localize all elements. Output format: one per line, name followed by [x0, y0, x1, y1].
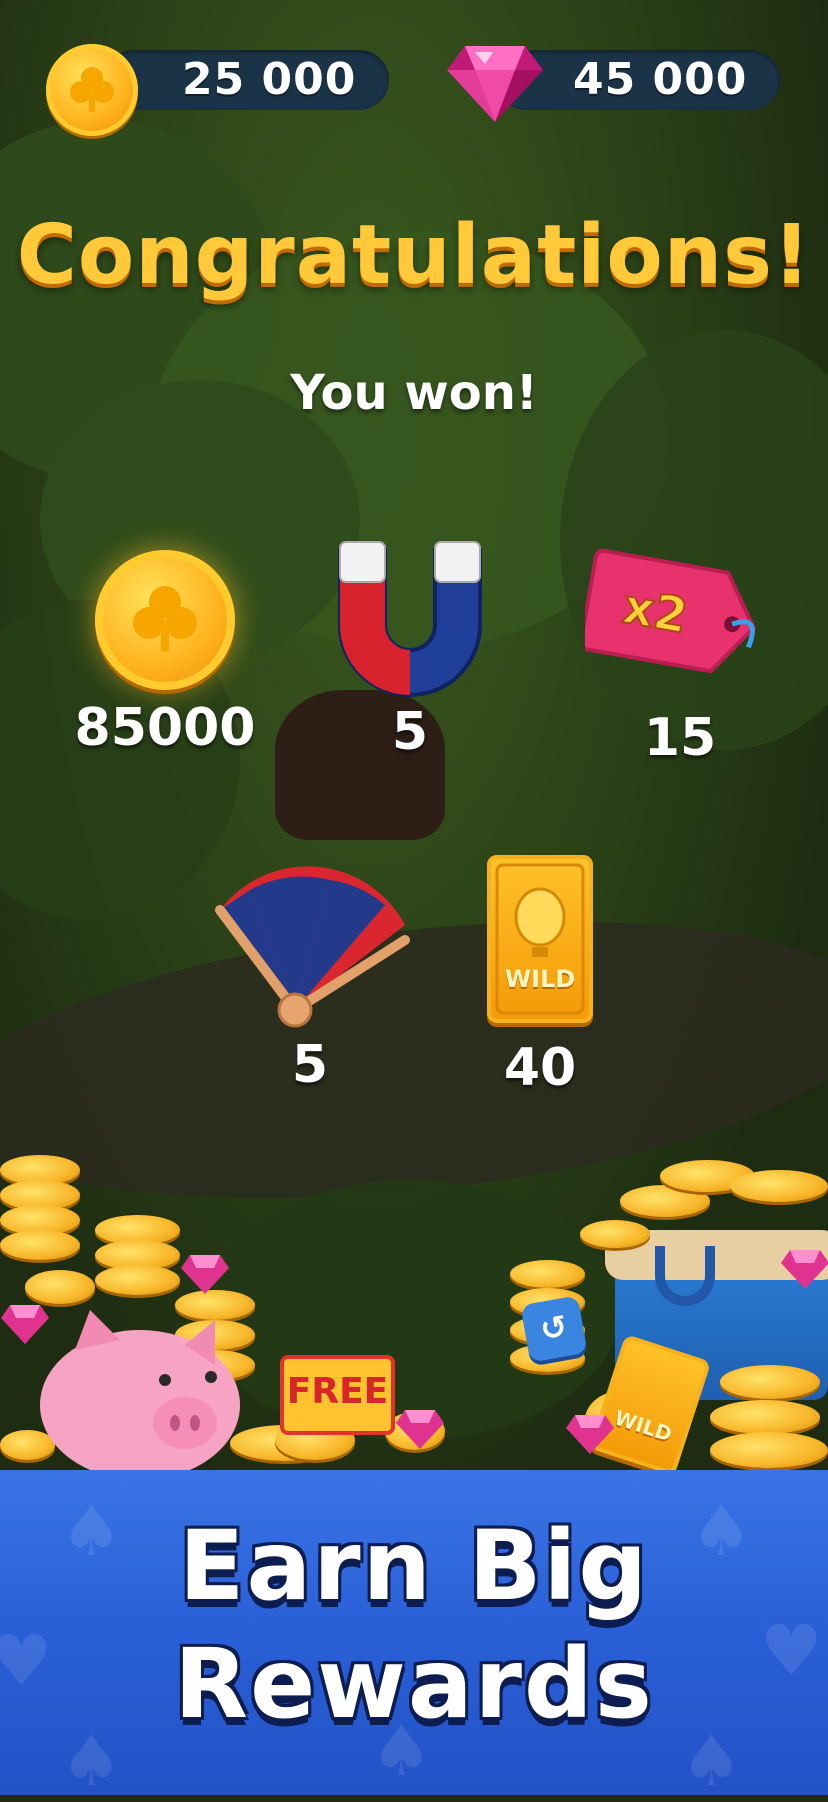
- reward-fan: 5: [210, 850, 410, 1100]
- gem-icon: [445, 36, 543, 122]
- reward-coins: 85000: [50, 550, 280, 760]
- gem-balance[interactable]: 45 000: [445, 44, 780, 122]
- gem-icon: [181, 1255, 229, 1294]
- reward-x2-tag: x2 15: [578, 540, 775, 770]
- wild-label: WILD: [504, 965, 576, 993]
- left-treasure-pile: FREE: [0, 1140, 445, 1480]
- svg-text:x2: x2: [619, 578, 692, 644]
- magnet-icon: [330, 530, 490, 700]
- reward-value: 15: [643, 708, 717, 768]
- undo-icon: ↺: [520, 1295, 588, 1363]
- gem-icon: [566, 1415, 614, 1454]
- clover-coin-icon: [95, 550, 235, 690]
- banner-headline-line1: Earn Big: [178, 1510, 650, 1622]
- reward-value: 5: [291, 1035, 329, 1095]
- coin-balance[interactable]: 25 000: [44, 44, 389, 136]
- reward-value: 5: [391, 702, 429, 762]
- gem-amount: 45 000: [573, 54, 748, 105]
- clover-coin-icon: [46, 44, 138, 136]
- reward-wild-card: WILD 40: [480, 855, 600, 1098]
- gem-icon: [781, 1250, 828, 1289]
- reward-value: 40: [503, 1038, 577, 1098]
- right-treasure-pile: ↺ WILD: [510, 1160, 828, 1480]
- piggy-bank-icon: [35, 1305, 245, 1480]
- coin-amount: 25 000: [182, 54, 357, 105]
- banner-headline-line2: Rewards: [174, 1628, 654, 1740]
- x2-tag-icon: x2: [578, 540, 775, 690]
- congratulations-title: Congratulations!: [16, 208, 812, 303]
- promo-banner: ♠ ♠ ♥ ♥ ♠ ♠ ♠ Earn Big Rewards: [0, 1470, 828, 1802]
- free-tag-icon: FREE: [280, 1355, 395, 1435]
- you-won-subtitle: You won!: [290, 365, 538, 421]
- reward-value: 85000: [74, 698, 256, 758]
- gem-icon: [396, 1410, 444, 1449]
- fan-icon: [210, 850, 410, 1030]
- reward-magnet: 5: [320, 530, 500, 770]
- free-tag-label: FREE: [286, 1371, 389, 1412]
- wild-card-icon: WILD: [487, 855, 593, 1023]
